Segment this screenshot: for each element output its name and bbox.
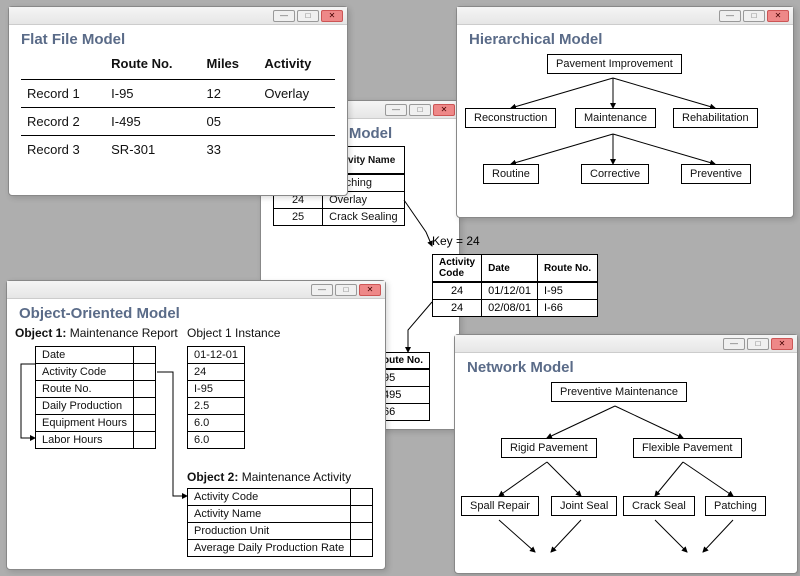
table-row: 2401/12/01I-95 [433,282,598,300]
obj1-fields: Date Activity Code Route No. Daily Produ… [35,346,156,449]
hier-node: Rehabilitation [673,108,758,128]
window-title: Network Model [455,353,797,380]
col-header: Miles [201,52,259,80]
window-title: Flat File Model [9,25,347,52]
obj1-label: Object 1: [15,326,66,340]
col-header: Route No. [537,255,597,283]
net-node: Crack Seal [623,496,695,516]
titlebar: — □ ✕ [9,7,347,25]
network-content: Preventive Maintenance Rigid Pavement Fl… [455,380,797,566]
date-route-table: Activity Code Date Route No. 2401/12/01I… [432,254,598,317]
hier-node: Maintenance [575,108,656,128]
col-header: Date [482,255,538,283]
hier-connectors [457,52,777,208]
col-header [21,52,105,80]
titlebar: — □ ✕ [455,335,797,353]
net-node: Spall Repair [461,496,539,516]
obj2-name: Maintenance Activity [242,470,351,484]
hier-node: Preventive [681,164,751,184]
maximize-icon[interactable]: □ [409,104,431,116]
hierarchical-content: Pavement Improvement Reconstruction Main… [457,52,793,208]
net-node: Rigid Pavement [501,438,597,458]
hierarchical-window: — □ ✕ Hierarchical Model Pavement Improv… [456,6,794,218]
oo-window: — □ ✕ Object-Oriented Model Object 1: Ma… [6,280,386,570]
net-connectors [455,380,785,566]
titlebar: — □ ✕ [457,7,793,25]
oo-content: Object 1: Maintenance Report Date Activi… [7,326,385,556]
maximize-icon[interactable]: □ [297,10,319,22]
hier-node: Reconstruction [465,108,556,128]
col-header: Route No. [105,52,200,80]
maximize-icon[interactable]: □ [335,284,357,296]
flatfile-content: Route No. Miles Activity Record 1I-9512O… [9,52,347,173]
table-row: Record 1I-9512Overlay [21,80,335,108]
maximize-icon[interactable]: □ [743,10,765,22]
table-row: Record 2I-49505 [21,108,335,136]
close-icon[interactable]: ✕ [433,104,455,116]
titlebar: — □ ✕ [7,281,385,299]
close-icon[interactable]: ✕ [767,10,789,22]
table-row: 2402/08/01I-66 [433,300,598,317]
network-window: — □ ✕ Network Model Preventive Maintenan… [454,334,798,574]
key-label: Key = 24 [432,234,480,248]
instance-values: 01-12-01 24 I-95 2.5 6.0 6.0 [187,346,245,449]
hier-node: Corrective [581,164,649,184]
col-header: Activity Code [433,255,482,283]
minimize-icon[interactable]: — [723,338,745,350]
close-icon[interactable]: ✕ [359,284,381,296]
hier-root: Pavement Improvement [547,54,682,74]
net-node: Joint Seal [551,496,617,516]
instance-label: Object 1 Instance [187,326,280,340]
table-row: 25Crack Sealing [274,209,405,226]
obj2-fields: Activity Code Activity Name Production U… [187,488,373,557]
table-row: Record 3SR-30133 [21,136,335,164]
window-title: Hierarchical Model [457,25,793,52]
hier-node: Routine [483,164,539,184]
net-root: Preventive Maintenance [551,382,687,402]
flatfile-table: Route No. Miles Activity Record 1I-9512O… [21,52,335,163]
minimize-icon[interactable]: — [385,104,407,116]
window-title: Object-Oriented Model [7,299,385,326]
close-icon[interactable]: ✕ [771,338,793,350]
flatfile-window: — □ ✕ Flat File Model Route No. Miles Ac… [8,6,348,196]
col-header: Activity [258,52,335,80]
minimize-icon[interactable]: — [311,284,333,296]
minimize-icon[interactable]: — [719,10,741,22]
maximize-icon[interactable]: □ [747,338,769,350]
net-node: Flexible Pavement [633,438,742,458]
close-icon[interactable]: ✕ [321,10,343,22]
obj2-label: Object 2: [187,470,238,484]
obj1-name: Maintenance Report [70,326,178,340]
net-node: Patching [705,496,766,516]
minimize-icon[interactable]: — [273,10,295,22]
